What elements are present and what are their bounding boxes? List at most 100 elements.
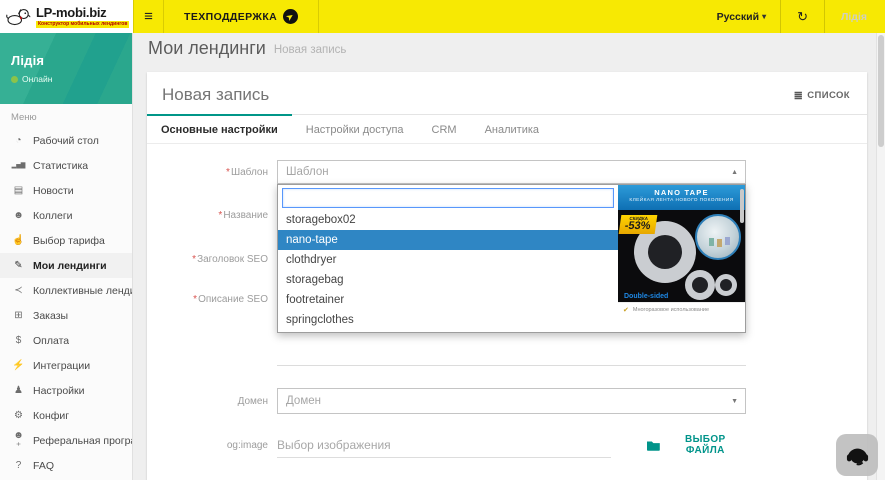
sidebar-item-config[interactable]: ⚙ Конфиг bbox=[0, 403, 132, 428]
template-option-springclothes[interactable]: springclothes bbox=[278, 310, 618, 330]
sidebar-toggle-button[interactable]: ≡ bbox=[133, 0, 164, 33]
choose-file-label: ВЫБОР ФАЙЛА bbox=[665, 434, 746, 456]
sidebar: Лідія Онлайн Меню ◔ Рабочий стол ▂▅▇Статис… bbox=[0, 33, 133, 480]
preview-feature-text: Многоразовое использование bbox=[633, 307, 709, 313]
logo[interactable]: LP-mobi.biz Конструктор мобильных лендин… bbox=[0, 0, 133, 33]
cart-icon: ⊞ bbox=[11, 310, 26, 321]
preview-title: NANO TAPE bbox=[618, 188, 745, 197]
discount-badge: СКИДКА -53% bbox=[619, 215, 657, 234]
sidebar-item-label: Коллективные лендинги bbox=[33, 285, 132, 297]
news-icon: ▤ bbox=[11, 185, 26, 196]
dropdown-scrollbar[interactable] bbox=[740, 189, 744, 223]
form-row-og-image: *og:image ВЫБОР ФАЙЛА bbox=[147, 432, 867, 458]
sidebar-item-payment[interactable]: $Оплата bbox=[0, 328, 132, 353]
card-title: Новая запись bbox=[162, 85, 269, 105]
tab-main-settings[interactable]: Основные настройки bbox=[147, 114, 292, 143]
sidebar-item-label: Коллеги bbox=[33, 210, 73, 222]
preview-subtitle: КЛЕЙКАЯ ЛЕНТА НОВОГО ПОКОЛЕНИЯ bbox=[618, 198, 745, 203]
list-button[interactable]: ≣ СПИСОК bbox=[792, 85, 852, 106]
sidebar-item-label: Реферальная программа bbox=[33, 435, 132, 447]
support-chat-widget[interactable] bbox=[836, 434, 878, 476]
tab-analytics[interactable]: Аналитика bbox=[471, 114, 553, 143]
user-icon: ♟ bbox=[11, 385, 26, 396]
gears-icon: ⚙ bbox=[11, 410, 26, 421]
dashboard-icon: ◔ bbox=[11, 135, 26, 146]
sidebar-item-label: Конфиг bbox=[33, 410, 69, 422]
logo-tagline: Конструктор мобильных лендингов bbox=[36, 21, 129, 28]
app-window: LP-mobi.biz Конструктор мобильных лендин… bbox=[0, 0, 885, 480]
dollar-icon: $ bbox=[11, 335, 26, 346]
seo-description-label: *Описание SEO bbox=[147, 286, 277, 305]
template-select[interactable]: Шаблон ▲ bbox=[277, 160, 746, 184]
sidebar-item-statistics[interactable]: ▂▅▇Статистика bbox=[0, 153, 132, 178]
tab-access-settings[interactable]: Настройки доступа bbox=[292, 114, 418, 143]
sidebar-item-collective-landings[interactable]: ≺Коллективные лендинги bbox=[0, 278, 132, 303]
chevron-up-icon: ▲ bbox=[731, 169, 738, 176]
breadcrumb: Мои лендинги Новая запись bbox=[133, 33, 885, 63]
sidebar-user-panel: Лідія Онлайн bbox=[0, 33, 132, 104]
sidebar-item-label: Выбор тарифа bbox=[33, 235, 105, 247]
template-option-footretainer[interactable]: footretainer bbox=[278, 290, 618, 310]
sidebar-item-tariff[interactable]: ☝ Выбор тарифа bbox=[0, 228, 132, 253]
page-scrollbar-thumb[interactable] bbox=[878, 35, 884, 147]
sidebar-item-my-landings[interactable]: ✎Мои лендинги bbox=[0, 253, 132, 278]
tab-crm[interactable]: CRM bbox=[418, 114, 471, 143]
domain-select[interactable]: Домен ▼ bbox=[277, 388, 746, 414]
sidebar-item-label: FAQ bbox=[33, 460, 54, 472]
choose-file-button[interactable]: ВЫБОР ФАЙЛА bbox=[647, 434, 746, 456]
list-icon: ≣ bbox=[794, 89, 804, 102]
template-option-storagebox02[interactable]: storagebox02 bbox=[278, 210, 618, 230]
preview-inset-photo bbox=[695, 214, 741, 260]
sidebar-item-label: Заказы bbox=[33, 310, 68, 322]
template-option-nano-tape[interactable]: nano-tape bbox=[278, 230, 618, 250]
sidebar-item-label: Рабочий стол bbox=[33, 135, 99, 147]
template-dropdown: storagebox02nano-tapeclothdryerstorageba… bbox=[277, 184, 746, 333]
og-image-input[interactable] bbox=[277, 432, 611, 458]
template-options: storagebox02nano-tapeclothdryerstorageba… bbox=[278, 210, 618, 330]
refresh-icon: ↻ bbox=[797, 9, 808, 25]
sidebar-item-integrations[interactable]: ⚡Интеграции bbox=[0, 353, 132, 378]
name-label: *Название bbox=[147, 210, 277, 221]
record-card: Новая запись ≣ СПИСОК Основные настройки… bbox=[147, 72, 867, 480]
language-label: Русский bbox=[717, 11, 759, 23]
online-status-icon bbox=[11, 76, 18, 83]
template-select-placeholder: Шаблон bbox=[286, 166, 329, 178]
preview-caption: Double-sided bbox=[624, 293, 668, 300]
form-row-domain: *Домен Домен ▼ bbox=[147, 388, 867, 414]
tariff-icon: ☝ bbox=[11, 235, 26, 246]
status-label: Онлайн bbox=[22, 74, 52, 84]
domain-select-placeholder: Домен bbox=[286, 395, 321, 407]
colleagues-icon: ☻ bbox=[11, 210, 26, 221]
sidebar-item-colleagues[interactable]: ☻ Коллеги bbox=[0, 203, 132, 228]
language-selector[interactable]: Русский ▾ bbox=[703, 0, 780, 33]
headset-icon bbox=[844, 442, 871, 469]
topbar-user-menu[interactable]: Лідія bbox=[825, 0, 885, 33]
template-preview-image: NANO TAPE КЛЕЙКАЯ ЛЕНТА НОВОГО ПОКОЛЕНИЯ… bbox=[618, 185, 745, 302]
sidebar-item-referral[interactable]: ☻⁺Реферальная программа bbox=[0, 428, 132, 453]
sidebar-item-label: Интеграции bbox=[33, 360, 90, 372]
sidebar-item-orders[interactable]: ⊞ Заказы bbox=[0, 303, 132, 328]
refresh-button[interactable]: ↻ bbox=[781, 0, 824, 33]
sidebar-item-faq[interactable]: ?FAQ bbox=[0, 453, 132, 478]
card-header: Новая запись ≣ СПИСОК bbox=[147, 72, 867, 114]
topbar: LP-mobi.biz Конструктор мобильных лендин… bbox=[0, 0, 885, 33]
sidebar-item-dashboard[interactable]: ◔ Рабочий стол bbox=[0, 128, 132, 153]
sidebar-username: Лідія bbox=[11, 53, 132, 68]
sidebar-item-news[interactable]: ▤Новости bbox=[0, 178, 132, 203]
main-content: Мои лендинги Новая запись Новая запись ≣… bbox=[133, 33, 885, 480]
sidebar-item-settings[interactable]: ♟Настройки bbox=[0, 378, 132, 403]
preview-header: NANO TAPE КЛЕЙКАЯ ЛЕНТА НОВОГО ПОКОЛЕНИЯ bbox=[618, 185, 745, 210]
support-button[interactable]: ТЕХПОДДЕРЖКА ➤ bbox=[164, 0, 319, 33]
support-label: ТЕХПОДДЕРЖКА bbox=[184, 11, 277, 23]
check-icon: ✔ bbox=[623, 306, 629, 314]
page-subtitle: Новая запись bbox=[274, 44, 347, 56]
menu-section-label: Меню bbox=[0, 104, 132, 128]
dog-logo-icon bbox=[5, 7, 32, 27]
template-search-input[interactable] bbox=[282, 188, 614, 208]
template-option-clothdryer[interactable]: clothdryer bbox=[278, 250, 618, 270]
tape-roll-graphic bbox=[715, 274, 737, 296]
page-scrollbar[interactable] bbox=[876, 33, 885, 480]
template-option-storagebag[interactable]: storagebag bbox=[278, 270, 618, 290]
hamburger-icon: ≡ bbox=[144, 8, 153, 25]
seo-title-label: *Заголовок SEO bbox=[147, 254, 277, 265]
